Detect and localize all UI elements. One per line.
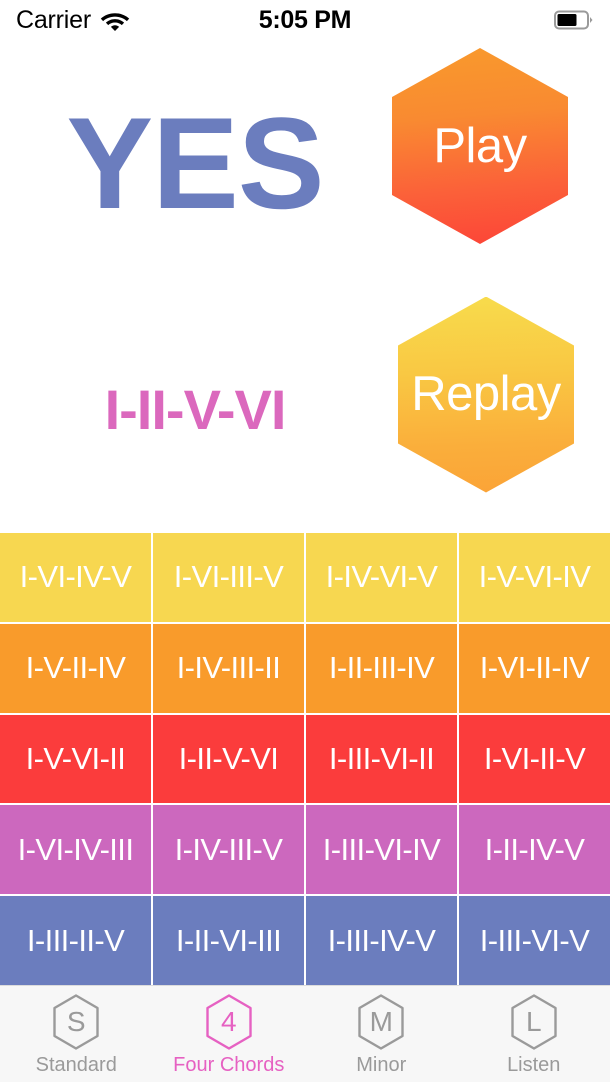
- bottom-tab-bar: S Standard 4 Four Chords M Minor L Listen: [0, 985, 610, 1082]
- hexagon-m-icon: M: [355, 993, 407, 1051]
- status-bar: Carrier 5:05 PM: [0, 0, 610, 40]
- chord-cell[interactable]: I-VI-III-V: [153, 533, 304, 622]
- pattern-row: I-II-V-VI Replay: [0, 287, 610, 534]
- replay-button-label: Replay: [411, 367, 561, 421]
- tab-four-chords[interactable]: 4 Four Chords: [153, 986, 306, 1082]
- chord-cell[interactable]: I-VI-IV-III: [0, 805, 151, 895]
- chord-cell[interactable]: I-IV-III-II: [153, 623, 304, 713]
- app-screen: Carrier 5:05 PM YES Play I-II-V-VI Repla…: [0, 0, 610, 1082]
- tab-listen[interactable]: L Listen: [458, 986, 610, 1082]
- chord-cell[interactable]: I-VI-II-IV: [459, 623, 610, 713]
- play-button[interactable]: Play: [392, 48, 568, 244]
- tab-label: Standard: [35, 1054, 117, 1076]
- carrier-label: Carrier: [16, 5, 91, 34]
- status-bar-right: [554, 10, 594, 30]
- replay-button[interactable]: Replay: [398, 296, 574, 493]
- game-header-area: YES Play I-II-V-VI Replay: [0, 40, 610, 533]
- chord-cell[interactable]: I-VI-IV-V: [0, 533, 151, 622]
- chord-cell[interactable]: I-II-III-IV: [306, 623, 457, 713]
- hexagon-s-icon: S: [50, 993, 102, 1051]
- hexagon-l-icon: L: [508, 993, 560, 1051]
- chord-cell[interactable]: I-III-IV-V: [306, 896, 457, 985]
- chord-cell[interactable]: I-IV-III-V: [153, 805, 304, 895]
- chord-cell[interactable]: I-II-V-VI: [153, 714, 304, 804]
- chord-cell[interactable]: I-III-VI-II: [306, 714, 457, 804]
- chord-cell[interactable]: I-II-IV-V: [459, 805, 610, 895]
- chord-cell[interactable]: I-V-VI-IV: [459, 533, 610, 622]
- wifi-icon: [100, 9, 130, 31]
- answer-text: YES: [66, 90, 324, 237]
- tab-label: Minor: [356, 1054, 407, 1076]
- chord-cell[interactable]: I-II-VI-III: [153, 896, 304, 985]
- chord-progression-grid: I-VI-IV-V I-VI-III-V I-IV-VI-V I-V-VI-IV I-V…: [0, 533, 610, 985]
- tab-standard[interactable]: S Standard: [0, 986, 153, 1082]
- tab-icon-glyph: M: [369, 1006, 393, 1037]
- current-chord-pattern: I-II-V-VI: [104, 377, 287, 441]
- chord-cell[interactable]: I-V-II-IV: [0, 623, 151, 713]
- chord-cell[interactable]: I-IV-VI-V: [306, 533, 457, 622]
- chord-cell[interactable]: I-VI-II-V: [459, 714, 610, 804]
- tab-icon-glyph: L: [525, 1006, 542, 1037]
- battery-icon: [554, 10, 594, 30]
- chord-cell[interactable]: I-V-VI-II: [0, 714, 151, 804]
- answer-row: YES Play: [0, 40, 610, 287]
- chord-cell[interactable]: I-III-II-V: [0, 896, 151, 985]
- tab-icon-glyph: 4: [220, 1006, 237, 1037]
- chord-cell[interactable]: I-III-VI-IV: [306, 805, 457, 895]
- tab-label: Listen: [507, 1054, 561, 1076]
- chord-cell[interactable]: I-III-VI-V: [459, 896, 610, 985]
- tab-label: Four Chords: [173, 1054, 285, 1076]
- status-bar-left: Carrier: [16, 5, 130, 34]
- play-button-label: Play: [433, 118, 527, 173]
- tab-minor[interactable]: M Minor: [305, 986, 458, 1082]
- hexagon-4-icon: 4: [203, 993, 255, 1051]
- tab-icon-glyph: S: [66, 1006, 86, 1037]
